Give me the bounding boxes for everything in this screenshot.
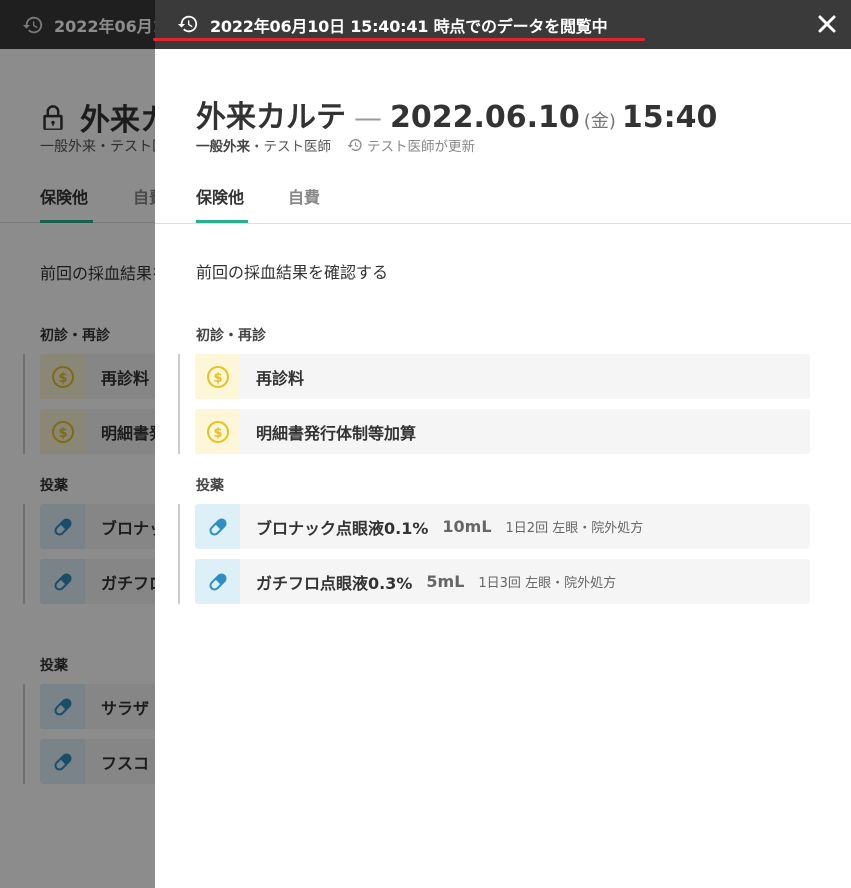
item-name: ガチフロ点眼液0.3% xyxy=(256,573,413,593)
history-timestamp-text: 2022年06月10日 15:40:41 時点でのデータを閲覧中 xyxy=(210,17,608,36)
tab-self-pay[interactable]: 自費 xyxy=(288,184,320,208)
history-icon xyxy=(177,15,198,33)
previous-blood-test-link[interactable]: 前回の採血結果を確認する xyxy=(196,259,388,283)
item-name: 明細書発行体制等加算 xyxy=(256,423,417,443)
updated-by: テスト医師 xyxy=(367,139,435,155)
item-dosage: 1日3回 左眼・院外処方 xyxy=(478,576,617,591)
department: 一般外来 xyxy=(196,139,250,155)
item-name: 再診料 xyxy=(256,368,305,388)
record-date: 2022.06.10 xyxy=(390,100,580,135)
list-item[interactable]: $ 明細書発行体制等加算 xyxy=(195,409,810,454)
section-bar xyxy=(178,504,180,604)
active-tab-indicator xyxy=(196,220,248,223)
item-dosage: 1日2回 左眼・院外処方 xyxy=(505,521,644,536)
list-item[interactable]: $ 再診料 xyxy=(195,354,810,399)
record-weekday: (金) xyxy=(583,111,616,132)
subtitle-separator: ・ xyxy=(250,139,264,155)
section-bar xyxy=(178,354,180,454)
item-quantity: 5mL xyxy=(426,572,465,591)
svg-text:$: $ xyxy=(213,371,222,386)
history-icon xyxy=(347,139,362,151)
pill-icon xyxy=(195,559,240,604)
record-title: 外来カルテ — 2022.06.10 (金) 15:40 xyxy=(196,92,717,136)
list-item[interactable]: ガチフロ点眼液0.3% 5mL 1日3回 左眼・院外処方 xyxy=(195,559,810,604)
section-label-consultation: 初診・再診 xyxy=(196,328,266,344)
record-type: 外来カルテ xyxy=(196,100,346,135)
record-time: 15:40 xyxy=(621,100,718,135)
highlight-underline xyxy=(153,38,645,41)
doctor-name: テスト医師 xyxy=(263,139,332,155)
close-button[interactable] xyxy=(815,12,839,36)
record-subtitle: 一般外来 ・ テスト医師 テスト医師 が更新 xyxy=(196,135,475,155)
pill-icon xyxy=(195,504,240,549)
drawer-header: 2022年06月10日 15:40:41 時点でのデータを閲覧中 xyxy=(153,0,851,49)
item-name: ブロナック点眼液0.1% xyxy=(256,518,429,538)
svg-text:$: $ xyxy=(213,426,222,441)
tab-insurance[interactable]: 保険他 xyxy=(196,184,244,208)
record-tabs: 保険他 自費 xyxy=(155,178,851,224)
section-label-medication: 投薬 xyxy=(196,478,224,494)
coin-icon: $ xyxy=(195,354,240,399)
title-separator: — xyxy=(354,101,382,134)
close-icon xyxy=(818,15,836,33)
coin-icon: $ xyxy=(195,409,240,454)
list-item[interactable]: ブロナック点眼液0.1% 10mL 1日2回 左眼・院外処方 xyxy=(195,504,810,549)
item-quantity: 10mL xyxy=(442,517,492,536)
updated-suffix: が更新 xyxy=(434,139,476,155)
history-drawer: 2022年06月10日 15:40:41 時点でのデータを閲覧中 外来カルテ —… xyxy=(153,0,851,888)
